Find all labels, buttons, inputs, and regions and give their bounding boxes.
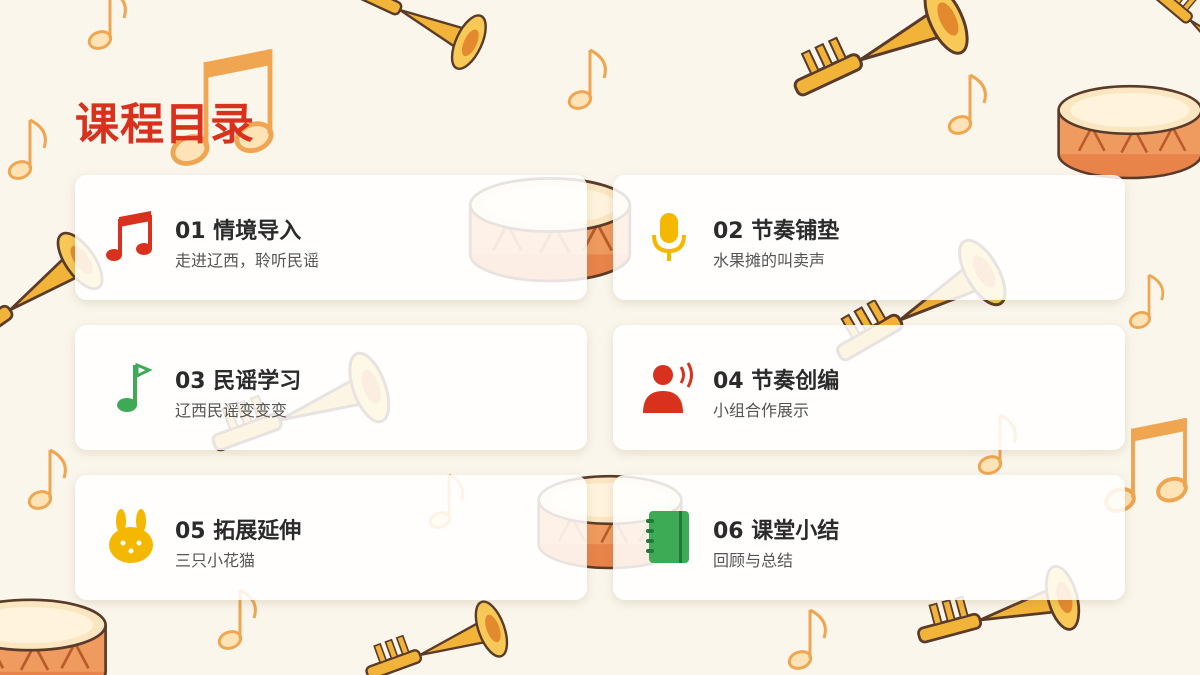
page-title: 课程目录 <box>75 99 255 150</box>
lesson-title: 03 民谣学习 <box>175 369 302 394</box>
lesson-title: 01 情境导入 <box>175 219 302 244</box>
lesson-subtitle: 回顾与总结 <box>713 551 794 570</box>
lesson-title: 05 拓展延伸 <box>175 519 302 544</box>
lesson-item-1[interactable]: 01 情境导入 走进辽西，聆听民谣 <box>75 175 587 300</box>
lesson-item-6[interactable]: 06 课堂小结 回顾与总结 <box>613 475 1125 600</box>
lesson-subtitle: 走进辽西，聆听民谣 <box>175 251 320 270</box>
lesson-item-3[interactable]: 03 民谣学习 辽西民谣变变变 <box>75 325 587 450</box>
lesson-title: 06 课堂小结 <box>713 519 840 544</box>
microphone-icon <box>641 207 697 267</box>
lesson-title: 02 节奏铺垫 <box>713 219 840 244</box>
lesson-subtitle: 三只小花猫 <box>175 551 256 570</box>
lesson-title: 04 节奏创编 <box>713 369 840 394</box>
lesson-subtitle: 小组合作展示 <box>713 401 810 420</box>
music-note-icon <box>103 357 159 417</box>
lesson-item-4[interactable]: 04 节奏创编 小组合作展示 <box>613 325 1125 450</box>
speaking-person-icon <box>641 357 697 417</box>
lesson-subtitle: 水果摊的叫卖声 <box>713 251 826 270</box>
music-notes-icon <box>103 207 159 267</box>
bunny-icon <box>103 507 159 567</box>
lesson-item-2[interactable]: 02 节奏铺垫 水果摊的叫卖声 <box>613 175 1125 300</box>
lesson-subtitle: 辽西民谣变变变 <box>175 401 288 420</box>
lesson-item-5[interactable]: 05 拓展延伸 三只小花猫 <box>75 475 587 600</box>
notebook-icon <box>641 507 697 567</box>
